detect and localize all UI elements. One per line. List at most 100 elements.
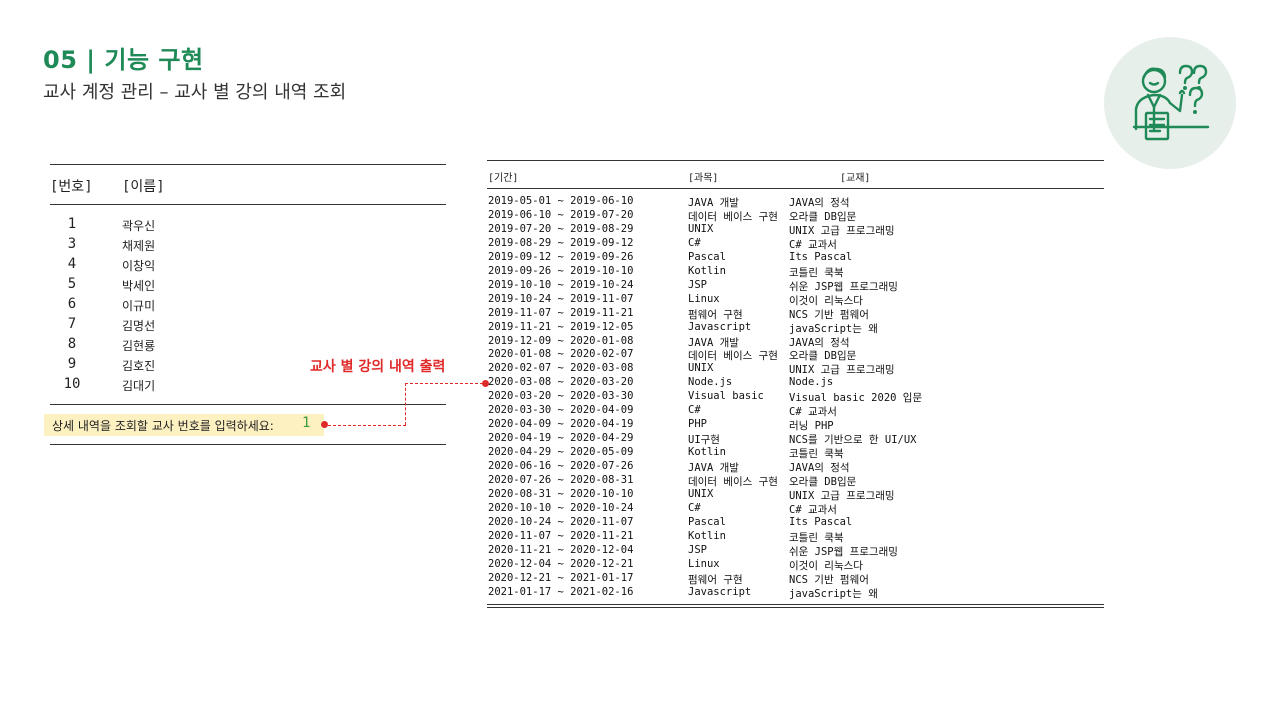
column-header-name: [이름] <box>122 179 165 195</box>
course-period: 2019-11-07 ~ 2019-11-21 <box>488 306 634 319</box>
table-row: 2020-06-16 ~ 2020-07-26 JAVA 개발 JAVA의 정석 <box>0 460 850 474</box>
course-period: 2020-03-08 ~ 2020-03-20 <box>488 376 634 389</box>
table-header-period: [기간] <box>488 173 519 184</box>
course-textbook: C# 교과서 <box>789 406 837 419</box>
course-textbook: UNIX 고급 프로그래밍 <box>789 489 895 502</box>
course-textbook: 코틀린 쿡북 <box>789 266 844 279</box>
table-row: 2020-08-31 ~ 2020-10-10 UNIX UNIX 고급 프로그래밍 <box>0 488 895 502</box>
course-subject: UNIX <box>688 362 714 375</box>
course-subject: Kotlin <box>688 446 726 459</box>
course-subject: 펌웨어 구현 <box>688 308 743 321</box>
course-period: 2020-04-19 ~ 2020-04-29 <box>488 432 634 445</box>
course-textbook: 쉬운 JSP웹 프로그래밍 <box>789 545 898 558</box>
course-subject: 데이터 베이스 구현 <box>688 350 778 363</box>
course-period: 2019-09-26 ~ 2019-10-10 <box>488 264 634 277</box>
course-period: 2020-07-26 ~ 2020-08-31 <box>488 474 634 486</box>
course-textbook: NCS를 기반으로 한 UI/UX <box>789 434 917 447</box>
course-subject: C# <box>688 501 701 514</box>
table-row: 2019-06-10 ~ 2019-07-20 데이터 베이스 구현 오라클 DB입… <box>0 209 856 223</box>
course-textbook: 오라클 DB입문 <box>789 350 857 363</box>
page-subtitle: 교사 계정 관리 – 교사 별 강의 내역 조회 <box>43 82 347 103</box>
course-subject: Kotlin <box>688 264 726 277</box>
table-bottom-rule-2 <box>487 607 1104 608</box>
course-subject: UI구현 <box>688 434 720 447</box>
course-period: 2020-11-07 ~ 2020-11-21 <box>488 529 634 542</box>
course-period: 2020-02-07 ~ 2020-03-08 <box>488 362 634 375</box>
course-textbook: NCS 기반 펌웨어 <box>789 573 869 586</box>
course-textbook: 코틀린 쿡북 <box>789 531 844 544</box>
course-textbook: 쉬운 JSP웹 프로그래밍 <box>789 280 898 293</box>
table-row: 2020-04-29 ~ 2020-05-09 Kotlin 코틀린 쿡북 <box>0 446 844 460</box>
course-period: 2020-12-04 ~ 2020-12-21 <box>488 557 634 570</box>
course-period: 2020-10-10 ~ 2020-10-24 <box>488 501 634 514</box>
course-subject: Visual basic <box>688 390 764 403</box>
course-subject: JAVA 개발 <box>688 462 739 475</box>
course-subject: Javascript <box>688 585 752 598</box>
course-period: 2020-04-29 ~ 2020-05-09 <box>488 446 634 459</box>
table-row: 2020-10-10 ~ 2020-10-24 C# C# 교과서 <box>0 502 837 516</box>
column-header-number: [번호] <box>50 179 93 195</box>
course-subject: Linux <box>688 557 720 570</box>
course-period: 2019-10-24 ~ 2019-11-07 <box>488 292 634 305</box>
course-period: 2019-12-09 ~ 2020-01-08 <box>488 334 634 347</box>
table-row: 2020-12-21 ~ 2021-01-17 펌웨어 구현 NCS 기반 펌웨어 <box>0 572 869 586</box>
table-header-rule <box>487 188 1104 189</box>
course-subject: Node.js <box>688 376 733 389</box>
table-row: 2020-11-21 ~ 2020-12-04 JSP 쉬운 JSP웹 프로그래밍 <box>0 544 898 558</box>
icon-badge <box>1104 37 1236 169</box>
table-row: 2020-01-08 ~ 2020-02-07 데이터 베이스 구현 오라클 DB입… <box>0 348 856 362</box>
table-row: 2019-07-20 ~ 2019-08-29 UNIX UNIX 고급 프로그래밍 <box>0 223 895 237</box>
course-textbook: javaScript는 왜 <box>789 322 878 335</box>
course-textbook: javaScript는 왜 <box>789 587 878 600</box>
course-textbook: Its Pascal <box>789 515 853 528</box>
course-subject: Pascal <box>688 250 726 263</box>
table-header-subject: [과목] <box>688 173 719 184</box>
course-period: 2020-01-08 ~ 2020-02-07 <box>488 348 634 361</box>
table-row: 2019-08-29 ~ 2019-09-12 C# C# 교과서 <box>0 237 837 251</box>
table-row: 2019-11-21 ~ 2019-12-05 Javascript javaScr… <box>0 321 878 335</box>
course-textbook: Visual basic 2020 입문 <box>789 392 923 405</box>
table-row: 2019-11-07 ~ 2019-11-21 펌웨어 구현 NCS 기반 펌웨어 <box>0 307 869 321</box>
course-textbook: C# 교과서 <box>789 503 837 516</box>
table-header-textbook: [교재] <box>840 173 871 184</box>
course-textbook: UNIX 고급 프로그래밍 <box>789 224 895 237</box>
course-textbook: 코틀린 쿡북 <box>789 448 844 461</box>
course-textbook: 오라클 DB입문 <box>789 476 857 488</box>
course-textbook: Its Pascal <box>789 250 853 263</box>
table-row: 2020-04-19 ~ 2020-04-29 UI구현 NCS를 기반으로 한 U… <box>0 432 917 446</box>
course-textbook: NCS 기반 펌웨어 <box>789 308 869 321</box>
course-subject: Linux <box>688 292 720 305</box>
table-row: 2020-03-20 ~ 2020-03-30 Visual basic Visua… <box>0 390 922 404</box>
table-row: 2021-01-17 ~ 2021-02-16 Javascript javaScr… <box>0 586 878 600</box>
course-subject: JSP <box>688 543 707 556</box>
course-period: 2020-03-30 ~ 2020-04-09 <box>488 404 634 417</box>
table-row: 2020-11-07 ~ 2020-11-21 Kotlin 코틀린 쿡북 <box>0 530 844 544</box>
confused-person-question-icon <box>1132 64 1210 141</box>
course-period: 2019-08-29 ~ 2019-09-12 <box>488 236 634 249</box>
course-period: 2020-10-24 ~ 2020-11-07 <box>488 515 634 528</box>
course-textbook: Node.js <box>789 376 834 389</box>
course-period: 2019-09-12 ~ 2019-09-26 <box>488 250 634 263</box>
course-textbook: 오라클 DB입문 <box>789 210 857 223</box>
course-period: 2020-06-16 ~ 2020-07-26 <box>488 460 634 473</box>
course-subject: 데이터 베이스 구현 <box>688 476 778 488</box>
table-row: 2019-10-24 ~ 2019-11-07 Linux 이것이 리눅스다 <box>0 293 863 307</box>
table-row: 2020-07-26 ~ 2020-08-31 데이터 베이스 구현 오라클 DB입… <box>0 474 856 488</box>
course-period: 2020-08-31 ~ 2020-10-10 <box>488 487 634 500</box>
course-period: 2019-07-20 ~ 2019-08-29 <box>488 222 634 235</box>
course-textbook: C# 교과서 <box>789 238 837 251</box>
page-title: 05 | 기능 구현 <box>43 46 204 74</box>
table-row: 2020-03-08 ~ 2020-03-20 Node.js Node.js <box>0 376 833 390</box>
course-subject: 펌웨어 구현 <box>688 573 743 586</box>
course-period: 2019-10-10 ~ 2019-10-24 <box>488 278 634 291</box>
course-period: 2020-04-09 ~ 2020-04-19 <box>488 418 634 431</box>
table-bottom-rule <box>487 604 1104 605</box>
table-top-rule <box>487 160 1104 161</box>
top-divider <box>50 164 446 165</box>
course-textbook: UNIX 고급 프로그래밍 <box>789 364 895 377</box>
course-subject: JAVA 개발 <box>688 336 739 349</box>
table-row: 2020-04-09 ~ 2020-04-19 PHP 러닝 PHP <box>0 418 834 432</box>
course-period: 2019-05-01 ~ 2019-06-10 <box>488 195 634 207</box>
course-textbook: JAVA의 정석 <box>789 462 850 475</box>
table-row: 2019-12-09 ~ 2020-01-08 JAVA 개발 JAVA의 정석 <box>0 335 850 349</box>
